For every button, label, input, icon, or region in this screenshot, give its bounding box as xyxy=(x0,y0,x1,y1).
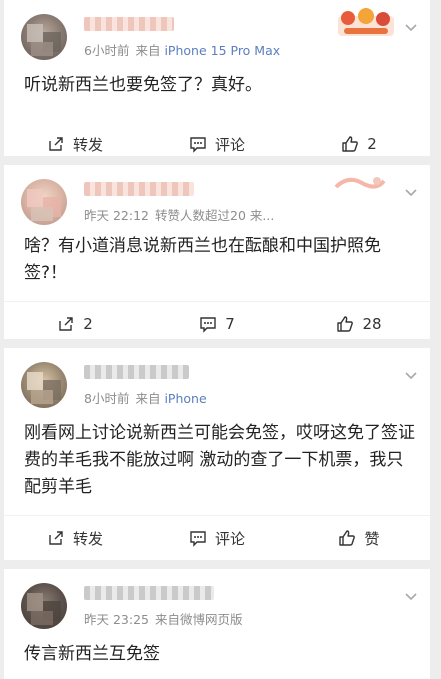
post-header: 6小时前 来自 iPhone 15 Pro Max xyxy=(4,0,430,60)
post-header: 8小时前 来自 iPhone xyxy=(4,348,430,408)
post-actions: 2 7 28 xyxy=(4,301,430,346)
post-actions: 转发 评论 2 xyxy=(4,122,430,166)
avatar[interactable] xyxy=(21,583,67,629)
post-card: 昨天 23:25 来自微博网页版 传言新西兰互免签 xyxy=(4,569,430,679)
post-source: 来自 xyxy=(135,391,161,406)
post-card: 昨天 22:12 转赞人数超过20 来... 啥？有小道消息说新西兰也在酝酿和中国… xyxy=(4,165,430,339)
post-device[interactable]: iPhone 15 Pro Max xyxy=(164,43,280,58)
post-meta: 昨天 22:12 转赞人数超过20 来... xyxy=(84,205,274,224)
post-device[interactable]: iPhone xyxy=(164,391,206,406)
like-count: 28 xyxy=(362,315,382,333)
post-meta: 6小时前 来自 iPhone 15 Pro Max xyxy=(84,40,280,59)
post-card: 8小时前 来自 iPhone 刚看网上讨论说新西兰可能会免签，哎呀这免了签证费的羊… xyxy=(4,348,430,560)
repost-button[interactable]: 2 xyxy=(4,315,146,333)
post-meta: 8小时前 来自 iPhone xyxy=(84,388,207,407)
post-text: 刚看网上讨论说新西兰可能会免签，哎呀这免了签证费的羊毛我不能放过啊 激动的查了一… xyxy=(24,423,415,497)
like-button[interactable]: 赞 xyxy=(288,528,430,549)
comment-button[interactable]: 评论 xyxy=(146,528,288,549)
comment-icon xyxy=(200,317,216,333)
post-time: 8小时前 xyxy=(84,391,130,406)
divider xyxy=(4,560,430,569)
like-icon xyxy=(339,530,356,546)
comment-icon xyxy=(190,531,206,547)
decoration-badge-icon xyxy=(334,177,386,189)
username-blurred[interactable] xyxy=(84,365,189,379)
repost-icon xyxy=(49,531,63,545)
avatar[interactable] xyxy=(21,179,67,225)
username-blurred[interactable] xyxy=(84,17,174,31)
repost-icon xyxy=(49,137,63,151)
comment-count: 7 xyxy=(225,315,235,333)
post-card: 6小时前 来自 iPhone 15 Pro Max 听说新西兰也要免签了？真好。 … xyxy=(4,0,430,156)
repost-label: 转发 xyxy=(72,135,103,154)
post-source: 来自 xyxy=(135,43,161,58)
post-time: 6小时前 xyxy=(84,43,130,58)
comment-label: 评论 xyxy=(214,529,245,548)
post-header: 昨天 22:12 转赞人数超过20 来... xyxy=(4,165,430,225)
repost-count: 2 xyxy=(83,315,93,333)
chevron-down-icon[interactable] xyxy=(404,20,418,34)
decoration-badge-icon xyxy=(338,8,394,36)
avatar[interactable] xyxy=(21,362,67,408)
chevron-down-icon[interactable] xyxy=(404,589,418,603)
weibo-feed: 6小时前 来自 iPhone 15 Pro Max 听说新西兰也要免签了？真好。 … xyxy=(4,0,430,679)
repost-button[interactable]: 转发 xyxy=(4,528,146,549)
post-time: 昨天 22:12 xyxy=(84,208,149,223)
username-blurred[interactable] xyxy=(84,586,214,600)
post-header: 昨天 23:25 来自微博网页版 xyxy=(4,569,430,629)
repost-icon xyxy=(59,317,73,331)
comment-icon xyxy=(190,137,206,153)
like-button[interactable]: 2 xyxy=(288,135,430,153)
post-text: 传言新西兰互免签 xyxy=(24,644,160,664)
username-blurred[interactable] xyxy=(84,182,194,196)
repost-button[interactable]: 转发 xyxy=(4,134,146,155)
comment-button[interactable]: 7 xyxy=(146,315,288,333)
post-actions: 转发 评论 赞 xyxy=(4,515,430,560)
like-icon xyxy=(337,316,354,332)
chevron-down-icon[interactable] xyxy=(404,185,418,199)
chevron-down-icon[interactable] xyxy=(404,368,418,382)
avatar[interactable] xyxy=(21,14,67,60)
post-text: 啥？有小道消息说新西兰也在酝酿和中国护照免签?！ xyxy=(24,236,381,283)
repost-label: 转发 xyxy=(72,529,103,548)
post-meta: 昨天 23:25 来自微博网页版 xyxy=(84,609,243,628)
post-time: 昨天 23:25 xyxy=(84,612,149,627)
like-count: 2 xyxy=(367,135,377,153)
like-icon xyxy=(342,136,359,152)
like-button[interactable]: 28 xyxy=(288,315,430,333)
like-label: 赞 xyxy=(364,529,380,548)
comment-label: 评论 xyxy=(214,135,245,154)
post-source: 来自微博网页版 xyxy=(155,612,243,627)
post-text: 听说新西兰也要免签了？真好。 xyxy=(24,75,262,95)
comment-button[interactable]: 评论 xyxy=(146,134,288,155)
post-source: 转赞人数超过20 来... xyxy=(155,208,275,223)
